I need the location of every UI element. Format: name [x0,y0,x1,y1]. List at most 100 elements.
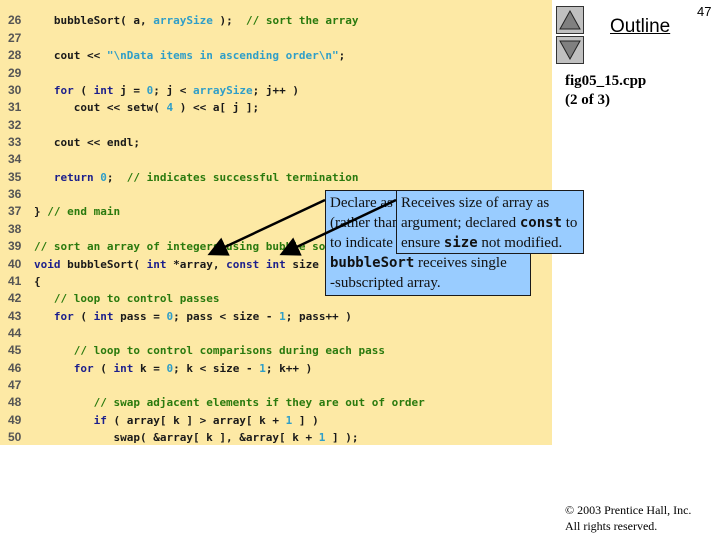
code-content: cout << setw( 4 ) << a[ j ]; [34,99,259,116]
copyright-line: © 2003 Prentice Hall, Inc. [565,503,692,517]
line-number: 27 [8,31,22,45]
comment: // loop to control comparisons during ea… [73,344,386,357]
keyword: void [34,258,61,271]
number-literal: 1 [259,362,266,375]
line-number: 36 [8,187,22,201]
code-text: ; j++ ) [252,84,299,97]
line-number: 35 [8,170,22,184]
previous-slide-button[interactable] [556,6,584,34]
next-slide-button[interactable] [556,36,584,64]
keyword: int [146,258,167,271]
line-number: 32 [8,118,22,132]
callout-text: ensure [401,235,444,251]
line-number: 48 [8,395,22,409]
outline-link[interactable]: Outline [610,16,670,38]
callout-text: argument; declared [401,215,520,231]
line-number: 49 [8,413,22,427]
callout-text: to indicate [330,235,393,251]
keyword: int [113,362,134,375]
code-text: ; pass++ ) [285,310,352,323]
comment: // swap adjacent elements if they are ou… [93,396,425,409]
comment: // loop to control passes [53,292,220,305]
keyword: for [53,310,74,323]
code-text: ; [106,171,127,184]
keyword: int [93,310,114,323]
code-text: } [34,205,48,218]
triangle-up-icon [559,10,581,30]
callout-text: Declare as [330,195,393,211]
comment: // indicates successful termination [126,171,359,184]
callout-code: bubbleSort [330,255,415,271]
code-text: k = [133,362,167,375]
callout-code: size [443,235,478,251]
code-text: cout << endl; [34,136,140,149]
code-text: ); [212,14,246,27]
string-literal: "\nData items in ascending order\n" [106,49,339,62]
code-content: bubbleSort( a, arraySize ); // sort the … [34,12,359,29]
code-text: ] ) [292,414,319,427]
code-text: ; pass < size - [173,310,280,323]
line-number: 50 [8,430,22,444]
code-text: ; k < size - [173,362,260,375]
code-content: // loop to control comparisons during ea… [34,342,385,359]
code-text: *array, [166,258,227,271]
keyword: int [93,84,114,97]
file-part: (2 of 3) [565,92,610,108]
triangle-down-icon [559,40,581,60]
code-text: pass = [113,310,167,323]
code-text: ) << a[ j ]; [173,101,260,114]
line-number: 41 [8,274,22,288]
code-text: ( [93,362,114,375]
code-text: ] ); [325,431,359,444]
number-literal: 0 [100,171,107,184]
page-number: 47 [697,4,712,19]
line-number: 26 [8,13,22,27]
line-number: 39 [8,239,22,253]
keyword: int [265,258,286,271]
code-content: cout << endl; [34,134,140,151]
code-text: { [34,275,41,288]
code-text: ( [73,310,94,323]
line-number: 30 [8,83,22,97]
code-content: { [34,273,41,290]
number-literal: 1 [279,310,286,323]
callout-text: -subscripted array. [330,275,441,291]
code-content: return 0; // indicates successful termin… [34,169,359,186]
comment: // sort the array [245,14,359,27]
comment: // end main [47,205,121,218]
callout-text: receives single [414,255,507,271]
code-text: j = [113,84,147,97]
callout-text: to [562,215,578,231]
line-number: 33 [8,135,22,149]
line-number: 37 [8,204,22,218]
code-text: ; [338,49,346,62]
line-number: 40 [8,257,22,271]
file-caption: fig05_15.cpp (2 of 3) [565,72,646,110]
code-content: for ( int j = 0; j < arraySize; j++ ) [34,82,299,99]
line-number: 47 [8,378,22,392]
code-text: ( array[ k ] > array[ k + [106,414,286,427]
line-number: 43 [8,309,22,323]
line-number: 29 [8,66,22,80]
copyright-line: All rights reserved. [565,519,658,533]
copyright: © 2003 Prentice Hall, Inc. All rights re… [565,502,691,534]
code-text: swap( &array[ k ], &array[ k + [34,431,319,444]
keyword: for [73,362,94,375]
callout-text: Receives size of array as [401,195,550,211]
callout-code: const [519,215,562,231]
code-content: for ( int k = 0; k < size - 1; k++ ) [34,360,312,377]
code-content: cout << "\nData items in ascending order… [34,47,345,64]
line-number: 31 [8,100,22,114]
identifier: arraySize [153,14,213,27]
code-text: ; j < [153,84,193,97]
keyword: if [93,414,107,427]
line-number: 34 [8,152,22,166]
